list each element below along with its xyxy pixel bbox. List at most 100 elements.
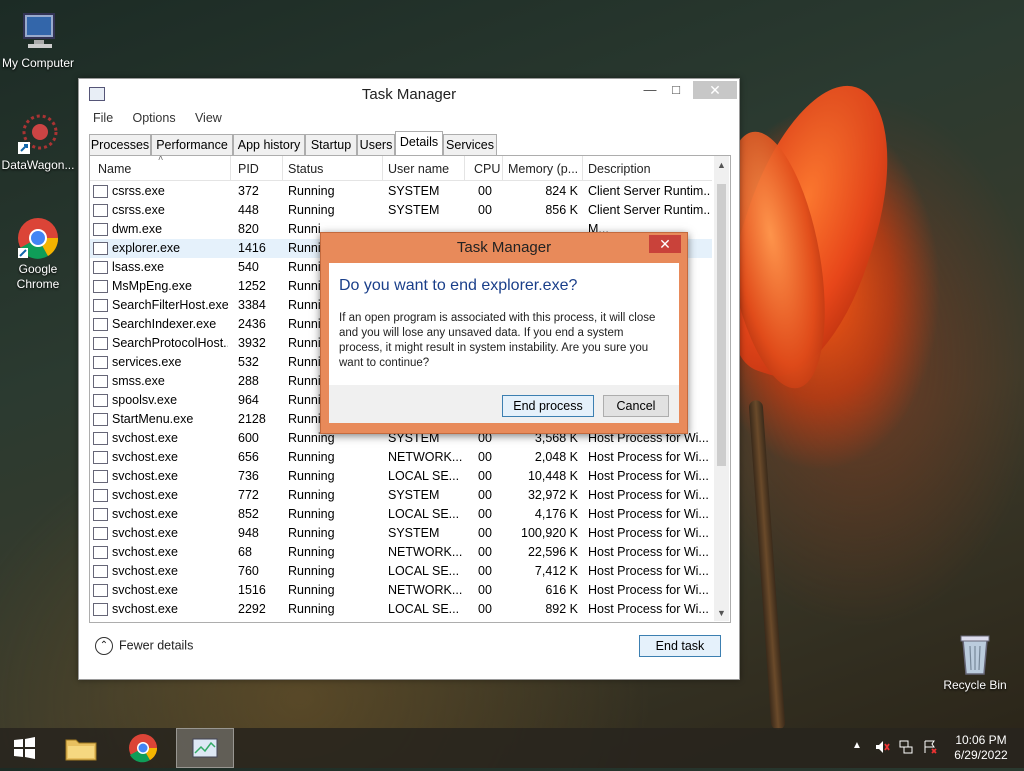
table-row[interactable]: svchost.exe 772 Running SYSTEM 00 32,972 K Hos… <box>90 486 712 505</box>
table-row[interactable]: svchost.exe 852 Running LOCAL SE... 00 4,176 … <box>90 505 712 524</box>
close-icon[interactable]: ✕ <box>649 235 681 253</box>
column-header-description[interactable]: Description <box>588 162 651 176</box>
show-hidden-icons[interactable]: ▲ <box>852 740 862 751</box>
cell-mem: 10,448 K <box>527 469 578 483</box>
cell-status: Running <box>288 184 335 198</box>
cell-name: StartMenu.exe <box>112 412 194 426</box>
cell-pid: 1252 <box>238 279 266 293</box>
table-row[interactable]: csrss.exe 448 Running SYSTEM 00 856 K Client S… <box>90 201 712 220</box>
column-header-memory[interactable]: Memory (p... <box>508 162 578 176</box>
table-row[interactable]: svchost.exe 68 Running NETWORK... 00 22,596 K… <box>90 543 712 562</box>
tab-app-history[interactable]: App history <box>233 134 305 156</box>
start-button[interactable] <box>4 728 44 768</box>
menu-options[interactable]: Options <box>133 111 176 125</box>
computer-icon <box>16 10 60 54</box>
datawagon-icon <box>16 112 60 156</box>
cell-name: explorer.exe <box>112 241 181 255</box>
cell-pid: 772 <box>238 488 259 502</box>
cell-name: svchost.exe <box>112 602 179 616</box>
cell-mem: 892 K <box>545 602 578 616</box>
task-manager-taskbar-button[interactable] <box>176 728 234 768</box>
cell-cpu: 00 <box>478 545 492 559</box>
column-header-user[interactable]: User name <box>388 162 449 176</box>
windows-logo-icon <box>14 737 35 759</box>
cell-mem: 824 K <box>545 184 578 198</box>
column-header-cpu[interactable]: CPU <box>474 162 500 176</box>
table-row[interactable]: svchost.exe 760 Running LOCAL SE... 00 7,412 … <box>90 562 712 581</box>
cell-pid: 948 <box>238 526 259 540</box>
table-row[interactable]: svchost.exe 736 Running LOCAL SE... 00 10,448… <box>90 467 712 486</box>
cell-pid: 852 <box>238 507 259 521</box>
cell-cpu: 00 <box>478 564 492 578</box>
desktop-icon-recycle-bin[interactable]: Recycle Bin <box>937 632 1013 693</box>
cell-status: Running <box>288 564 335 578</box>
column-header-pid[interactable]: PID <box>238 162 259 176</box>
cell-pid: 532 <box>238 355 259 369</box>
tab-users[interactable]: Users <box>357 134 395 156</box>
desktop-icon-my-computer[interactable]: My Computer <box>0 10 76 71</box>
volume-muted-icon[interactable] <box>874 739 890 758</box>
file-explorer-taskbar-button[interactable] <box>58 728 104 768</box>
clock[interactable]: 10:06 PM 6/29/2022 <box>946 733 1016 763</box>
network-icon[interactable] <box>898 739 914 758</box>
cell-desc: Host Process for Wi... <box>588 602 709 616</box>
cell-mem: 616 K <box>545 583 578 597</box>
clock-date: 6/29/2022 <box>954 748 1008 762</box>
end-process-button[interactable]: End process <box>502 395 594 417</box>
cell-user: SYSTEM <box>388 488 440 502</box>
table-row[interactable]: svchost.exe 656 Running NETWORK... 00 2,048 K… <box>90 448 712 467</box>
vertical-scrollbar[interactable]: ▲ ▼ <box>714 156 729 621</box>
scroll-down-icon[interactable]: ▼ <box>717 608 726 618</box>
chevron-up-icon: ⌃ <box>95 637 113 655</box>
process-icon <box>93 527 108 540</box>
tab-details[interactable]: Details <box>395 131 443 157</box>
menu-file[interactable]: File <box>93 111 113 125</box>
end-task-button[interactable]: End task <box>639 635 721 657</box>
cell-name: svchost.exe <box>112 507 179 521</box>
desktop-icon-datawagon[interactable]: DataWagon... <box>0 112 76 173</box>
chrome-taskbar-button[interactable] <box>120 728 166 768</box>
tab-services[interactable]: Services <box>443 134 497 156</box>
cell-desc: Host Process for Wi... <box>588 583 709 597</box>
tab-processes[interactable]: Processes <box>89 134 151 156</box>
cancel-button[interactable]: Cancel <box>603 395 669 417</box>
scroll-up-icon[interactable]: ▲ <box>717 160 726 170</box>
process-icon <box>93 565 108 578</box>
table-row[interactable]: csrss.exe 372 Running SYSTEM 00 824 K Client S… <box>90 182 712 201</box>
cell-name: csrss.exe <box>112 203 165 217</box>
chrome-icon <box>16 216 60 260</box>
scroll-thumb[interactable] <box>717 184 726 466</box>
minimize-icon[interactable]: — <box>637 81 663 99</box>
table-row[interactable]: svchost.exe 2292 Running LOCAL SE... 00 892 K… <box>90 600 712 619</box>
cell-name: services.exe <box>112 355 182 369</box>
title-bar[interactable]: Task Manager — □ ✕ <box>79 79 739 109</box>
recycle-bin-icon <box>953 632 997 676</box>
clock-time: 10:06 PM <box>955 733 1007 747</box>
table-row[interactable]: svchost.exe 1516 Running NETWORK... 00 616 K H… <box>90 581 712 600</box>
cell-pid: 372 <box>238 184 259 198</box>
process-icon <box>93 356 108 369</box>
close-icon[interactable]: ✕ <box>693 81 737 99</box>
cell-name: lsass.exe <box>112 260 165 274</box>
cell-cpu: 00 <box>478 602 492 616</box>
desktop-icon-chrome[interactable]: Google Chrome <box>0 216 76 292</box>
tab-startup[interactable]: Startup <box>305 134 357 156</box>
menu-view[interactable]: View <box>195 111 222 125</box>
tab-performance[interactable]: Performance <box>151 134 233 156</box>
cell-desc: Host Process for Wi... <box>588 545 709 559</box>
process-icon <box>93 337 108 350</box>
task-manager-icon <box>192 738 218 758</box>
action-center-icon[interactable] <box>922 739 938 758</box>
cell-user: SYSTEM <box>388 526 440 540</box>
table-row[interactable]: svchost.exe 948 Running SYSTEM 00 100,920 K Ho… <box>90 524 712 543</box>
process-icon <box>93 413 108 426</box>
column-header-status[interactable]: Status <box>288 162 323 176</box>
cell-pid: 2436 <box>238 317 266 331</box>
column-header-name[interactable]: Name <box>98 162 131 176</box>
process-icon <box>93 299 108 312</box>
cell-name: svchost.exe <box>112 469 179 483</box>
chrome-icon <box>129 734 157 763</box>
folder-icon <box>65 739 97 761</box>
fewer-details-button[interactable]: ⌃ Fewer details <box>95 637 193 655</box>
maximize-icon[interactable]: □ <box>663 81 689 99</box>
